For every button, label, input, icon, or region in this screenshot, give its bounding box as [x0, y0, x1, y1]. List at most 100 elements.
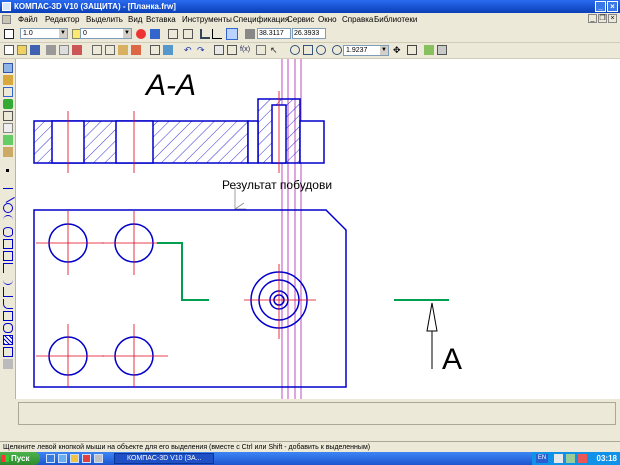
rectangle-icon[interactable] [3, 239, 13, 249]
menu-view[interactable]: Вид [128, 14, 142, 25]
cursor-coords-icon[interactable] [212, 29, 222, 39]
coord-x-field[interactable]: 38.3117 [257, 28, 291, 39]
preview-icon[interactable] [59, 45, 69, 55]
open-file-icon[interactable] [17, 45, 27, 55]
print-icon[interactable] [46, 45, 56, 55]
format-painter-icon[interactable] [131, 45, 141, 55]
new-file-icon[interactable] [4, 45, 14, 55]
compact-toolbar [0, 59, 16, 399]
geometry-icon[interactable] [3, 63, 13, 73]
segment-icon[interactable] [1, 189, 15, 203]
editing-icon[interactable] [3, 99, 13, 109]
start-button[interactable]: Пуск [0, 452, 40, 465]
mdi-restore-icon[interactable]: ❐ [598, 14, 607, 23]
hatch-icon[interactable] [3, 335, 13, 345]
auxiliary-line-icon[interactable] [3, 179, 13, 189]
properties-icon[interactable] [150, 45, 160, 55]
redo-icon[interactable]: ↷ [197, 45, 207, 55]
browser-icon[interactable] [58, 454, 67, 463]
circle-icon[interactable] [3, 203, 13, 213]
taskbar-item-kompas[interactable]: КОМПАС-3D V10 (ЗА... [114, 453, 214, 464]
chamfer-icon[interactable] [3, 287, 13, 297]
copy-icon[interactable] [105, 45, 115, 55]
zoom-select[interactable]: 1.9237 ▼ [343, 45, 389, 56]
zoom-in-icon[interactable] [290, 45, 300, 55]
desktop-icon[interactable] [46, 454, 55, 463]
macro-icon[interactable] [3, 359, 13, 369]
property-panel-area[interactable] [18, 402, 616, 425]
save-icon[interactable] [30, 45, 40, 55]
menu-libraries[interactable]: Библиотеки [374, 14, 417, 25]
select-panel-icon[interactable] [3, 135, 13, 145]
polyline-icon[interactable] [3, 263, 13, 273]
collect-contour-icon[interactable] [3, 347, 13, 357]
chevron-down-icon: ▼ [123, 29, 131, 38]
mdi-close-icon[interactable]: × [608, 14, 617, 23]
manager-icon[interactable] [72, 45, 82, 55]
menu-editor[interactable]: Редактор [45, 14, 79, 25]
tree-icon[interactable] [163, 45, 173, 55]
zoom-window-icon[interactable] [303, 45, 313, 55]
parametrization-icon[interactable] [3, 111, 13, 121]
refresh-icon[interactable] [424, 45, 434, 55]
coord-icon[interactable] [245, 29, 255, 39]
tray-icon[interactable] [566, 454, 575, 463]
undo-icon[interactable]: ↶ [184, 45, 194, 55]
color-icon[interactable] [136, 29, 146, 39]
drawing-canvas[interactable]: А-А Результат побудови А [16, 59, 620, 399]
menu-help[interactable]: Справка [342, 14, 373, 25]
app-quicklaunch-icon[interactable] [82, 454, 91, 463]
snap-icon[interactable] [4, 29, 14, 39]
polygon-icon[interactable] [3, 251, 13, 261]
ellipse-icon[interactable] [3, 227, 13, 237]
dimensions-icon[interactable] [3, 75, 13, 85]
windows-flag-icon [2, 455, 9, 462]
help-cursor-icon[interactable]: ↖ [270, 45, 280, 55]
cut-icon[interactable] [92, 45, 102, 55]
equidistant-icon[interactable] [3, 323, 13, 333]
pan-icon[interactable]: ✥ [393, 45, 403, 55]
variables-icon[interactable] [214, 45, 224, 55]
system-tray: EN 03:18 [532, 452, 620, 465]
tray-icon[interactable] [554, 454, 563, 463]
menu-insert[interactable]: Вставка [146, 14, 176, 25]
spec-panel-icon[interactable] [3, 147, 13, 157]
spline-icon[interactable] [3, 275, 13, 285]
quicklaunch-more-icon[interactable] [94, 454, 103, 463]
ortho-icon[interactable] [183, 29, 193, 39]
paste-icon[interactable] [118, 45, 128, 55]
coord-y-field[interactable]: 26.3933 [292, 28, 326, 39]
equation-icon[interactable] [227, 45, 237, 55]
language-indicator[interactable]: EN [536, 454, 548, 463]
grid-icon[interactable] [168, 29, 178, 39]
menu-file[interactable]: Файл [18, 14, 38, 25]
local-cs-icon[interactable] [200, 29, 210, 39]
magnet-icon[interactable] [150, 29, 160, 39]
function-icon[interactable]: f(x) [240, 45, 250, 55]
settings-icon[interactable] [437, 45, 447, 55]
folder-icon[interactable] [70, 454, 79, 463]
designations-icon[interactable] [3, 87, 13, 97]
zoom-out-icon[interactable] [316, 45, 326, 55]
minimize-icon[interactable]: _ [595, 1, 606, 12]
point-icon[interactable] [6, 169, 9, 172]
line-style-select[interactable]: 1.0 ▼ [20, 28, 68, 39]
contour-icon[interactable] [3, 311, 13, 321]
menu-select[interactable]: Выделить [86, 14, 123, 25]
mdi-minimize-icon[interactable]: _ [588, 14, 597, 23]
measure-panel-icon[interactable] [3, 123, 13, 133]
round-icon[interactable] [226, 28, 238, 40]
measure-icon[interactable] [256, 45, 266, 55]
menu-tools[interactable]: Инструменты [182, 14, 232, 25]
layer-select[interactable]: 0 ▼ [80, 28, 132, 39]
menu-specification[interactable]: Спецификация [233, 14, 289, 25]
close-icon[interactable]: × [607, 1, 618, 12]
document-icon[interactable] [2, 15, 11, 24]
menu-window[interactable]: Окно [318, 14, 337, 25]
menu-service[interactable]: Сервис [287, 14, 314, 25]
fillet-icon[interactable] [3, 299, 13, 309]
arc-icon[interactable] [3, 215, 13, 225]
show-all-icon[interactable] [407, 45, 417, 55]
tray-icon[interactable] [578, 454, 587, 463]
zoom-icon[interactable] [332, 45, 342, 55]
